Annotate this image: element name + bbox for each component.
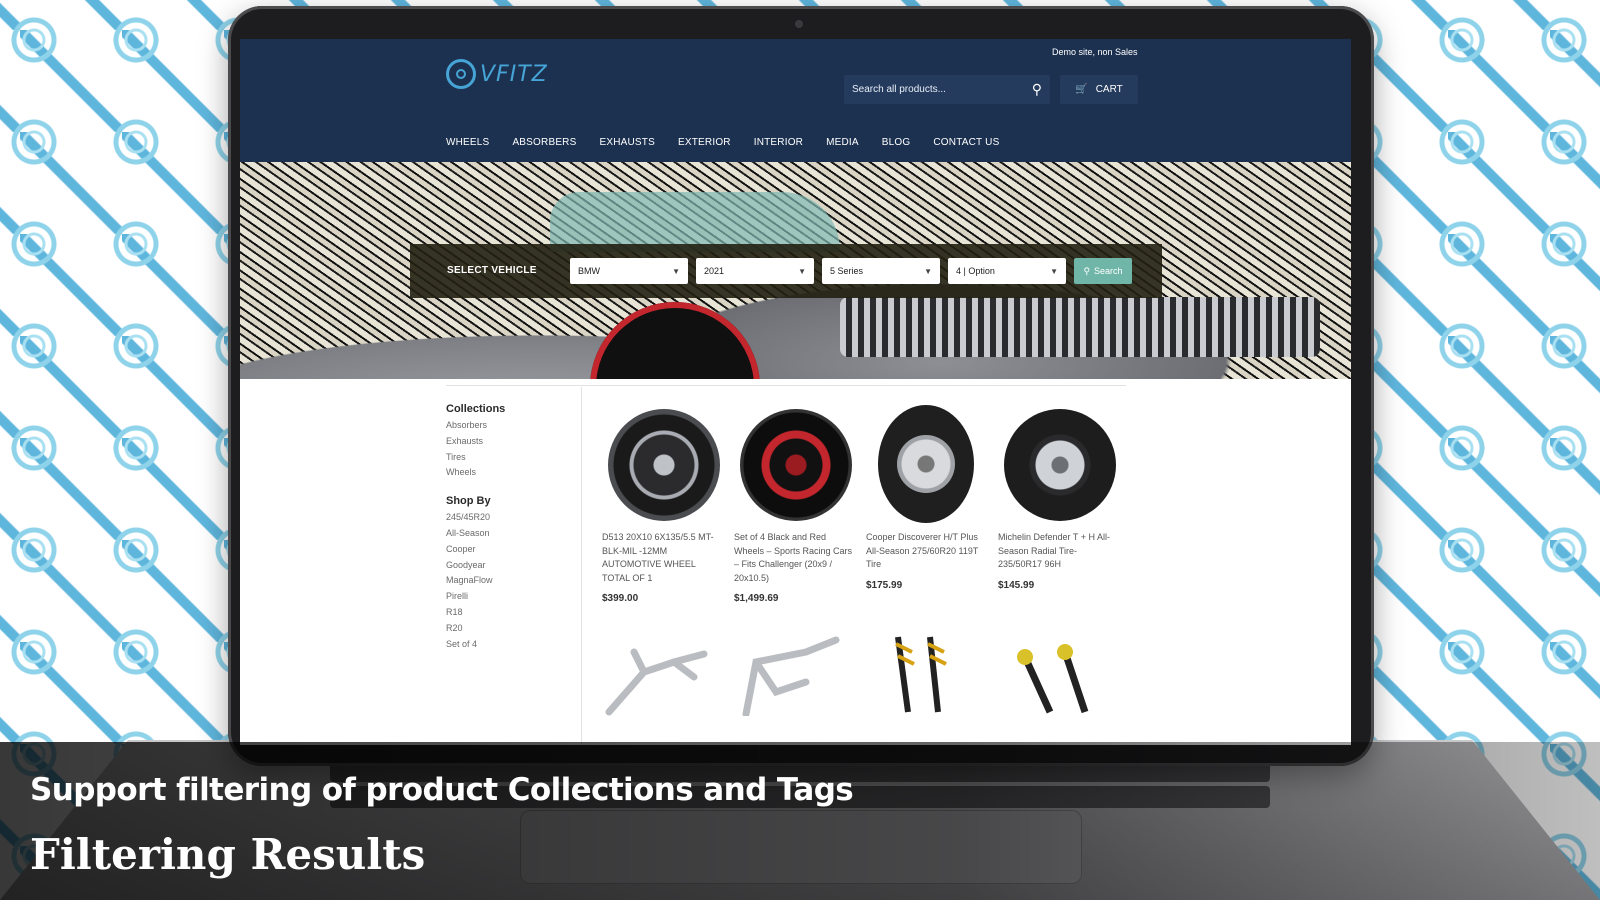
product-image[interactable]	[998, 405, 1118, 523]
search-icon: ⚲	[1083, 265, 1091, 276]
select-vehicle-label: SELECT VEHICLE	[447, 265, 537, 276]
product-image[interactable]	[602, 405, 722, 523]
nav-item-contact-us[interactable]: CONTACT US	[933, 137, 999, 148]
product-title[interactable]: Set of 4 Black and Red Wheels – Sports R…	[734, 531, 854, 585]
tag-link[interactable]: 245/45R20	[446, 510, 576, 526]
make-select-value: BMW	[578, 266, 600, 276]
collection-link-exhausts[interactable]: Exhausts	[446, 434, 576, 450]
vehicle-search-button[interactable]: ⚲ Search	[1074, 258, 1132, 284]
chrome-rim-graphic	[897, 435, 955, 493]
product-price: $145.99	[998, 579, 1035, 591]
demo-note: Demo site, non Sales	[1052, 47, 1138, 57]
product-card[interactable]: Cooper Discoverer H/T Plus All-Season 27…	[866, 405, 986, 591]
tire-image	[878, 405, 974, 523]
caption-secondary: Filtering Results	[30, 830, 426, 879]
search-input[interactable]: Search all products... ⚲	[844, 75, 1050, 104]
shop-by-heading: Shop By	[446, 495, 491, 508]
nav-item-absorbers[interactable]: ABSORBERS	[512, 137, 576, 148]
camera-dot	[795, 20, 803, 28]
tag-link[interactable]: R18	[446, 605, 576, 621]
nav-item-exhausts[interactable]: EXHAUSTS	[599, 137, 655, 148]
main-nav: WHEELS ABSORBERS EXHAUSTS EXTERIOR INTER…	[446, 137, 999, 148]
filter-sidebar: Collections Absorbers Exhausts Tires Whe…	[446, 395, 576, 652]
nav-item-blog[interactable]: BLOG	[882, 137, 911, 148]
nav-item-interior[interactable]: INTERIOR	[754, 137, 803, 148]
exhaust-system-image[interactable]	[604, 632, 724, 716]
product-price: $175.99	[866, 579, 903, 591]
product-card[interactable]: Set of 4 Black and Red Wheels – Sports R…	[734, 405, 854, 604]
cart-label: CART	[1095, 84, 1123, 95]
model-select-value: 5 Series	[830, 266, 864, 276]
laptop-screen: Demo site, non Sales VFITZ Search all pr…	[240, 39, 1351, 745]
tag-link[interactable]: Goodyear	[446, 558, 576, 574]
option-select[interactable]: 4 | Option ▼	[948, 258, 1066, 284]
year-select-value: 2021	[704, 266, 725, 276]
car-wheel-graphic	[590, 302, 760, 379]
product-title[interactable]: Cooper Discoverer H/T Plus All-Season 27…	[866, 531, 986, 572]
product-price: $399.00	[602, 593, 639, 604]
nav-item-wheels[interactable]: WHEELS	[446, 137, 489, 148]
product-image[interactable]	[734, 405, 854, 523]
content-divider	[446, 385, 1126, 386]
tag-link[interactable]: MagnaFlow	[446, 573, 576, 589]
hero-banner: SELECT VEHICLE BMW ▼ 2021 ▼ 5 Series ▼ 4…	[240, 162, 1351, 379]
caret-down-icon: ▼	[672, 266, 680, 276]
strut-assembly-image[interactable]	[1000, 632, 1120, 716]
collection-link-wheels[interactable]: Wheels	[446, 465, 576, 481]
vehicle-search-label: Search	[1094, 266, 1123, 276]
caret-down-icon: ▼	[924, 266, 932, 276]
search-icon[interactable]: ⚲	[1032, 81, 1042, 98]
black-red-wheel-image	[740, 409, 852, 521]
sidebar-divider	[581, 387, 582, 745]
tag-link[interactable]: R20	[446, 621, 576, 637]
product-title[interactable]: Michelin Defender T + H All- Season Radi…	[998, 531, 1118, 572]
caret-down-icon: ▼	[798, 266, 806, 276]
tag-link[interactable]: Pirelli	[446, 589, 576, 605]
collection-link-absorbers[interactable]: Absorbers	[446, 418, 576, 434]
model-select[interactable]: 5 Series ▼	[822, 258, 940, 284]
tag-link[interactable]: Set of 4	[446, 637, 576, 653]
caret-down-icon: ▼	[1050, 266, 1058, 276]
site-logo[interactable]: VFITZ	[446, 56, 556, 92]
vehicle-selector: SELECT VEHICLE BMW ▼ 2021 ▼ 5 Series ▼ 4…	[410, 244, 1162, 298]
nav-item-media[interactable]: MEDIA	[826, 137, 859, 148]
tire-image	[1004, 409, 1116, 521]
caption-primary: Support filtering of product Collections…	[30, 772, 854, 808]
product-card[interactable]: D513 20X10 6X135/5.5 MT-BLK-MIL -12MM AU…	[602, 405, 722, 604]
product-title[interactable]: D513 20X10 6X135/5.5 MT-BLK-MIL -12MM AU…	[602, 531, 722, 585]
logo-text: VFITZ	[480, 61, 548, 87]
product-image[interactable]	[866, 405, 986, 523]
cart-icon: 🛒	[1075, 84, 1088, 95]
exhaust-pipes-image[interactable]	[736, 632, 856, 716]
car-windshield-graphic	[550, 192, 840, 252]
option-select-value: 4 | Option	[956, 266, 995, 276]
tag-link[interactable]: All-Season	[446, 526, 576, 542]
car-grille-graphic	[840, 297, 1320, 357]
laptop-frame: Demo site, non Sales VFITZ Search all pr…	[228, 6, 1374, 766]
collections-heading: Collections	[446, 403, 506, 415]
product-price: $1,499.69	[734, 593, 779, 604]
search-placeholder: Search all products...	[852, 84, 946, 95]
coilover-shocks-image[interactable]	[868, 632, 988, 716]
make-select[interactable]: BMW ▼	[570, 258, 688, 284]
product-card[interactable]: Michelin Defender T + H All- Season Radi…	[998, 405, 1118, 591]
magnifier-logo-icon	[446, 59, 476, 89]
cart-button[interactable]: 🛒 CART	[1060, 75, 1138, 104]
tag-link[interactable]: Cooper	[446, 542, 576, 558]
black-wheel-image	[608, 409, 720, 521]
year-select[interactable]: 2021 ▼	[696, 258, 814, 284]
collection-link-tires[interactable]: Tires	[446, 450, 576, 466]
nav-item-exterior[interactable]: EXTERIOR	[678, 137, 731, 148]
site-header: Demo site, non Sales VFITZ Search all pr…	[240, 39, 1351, 162]
